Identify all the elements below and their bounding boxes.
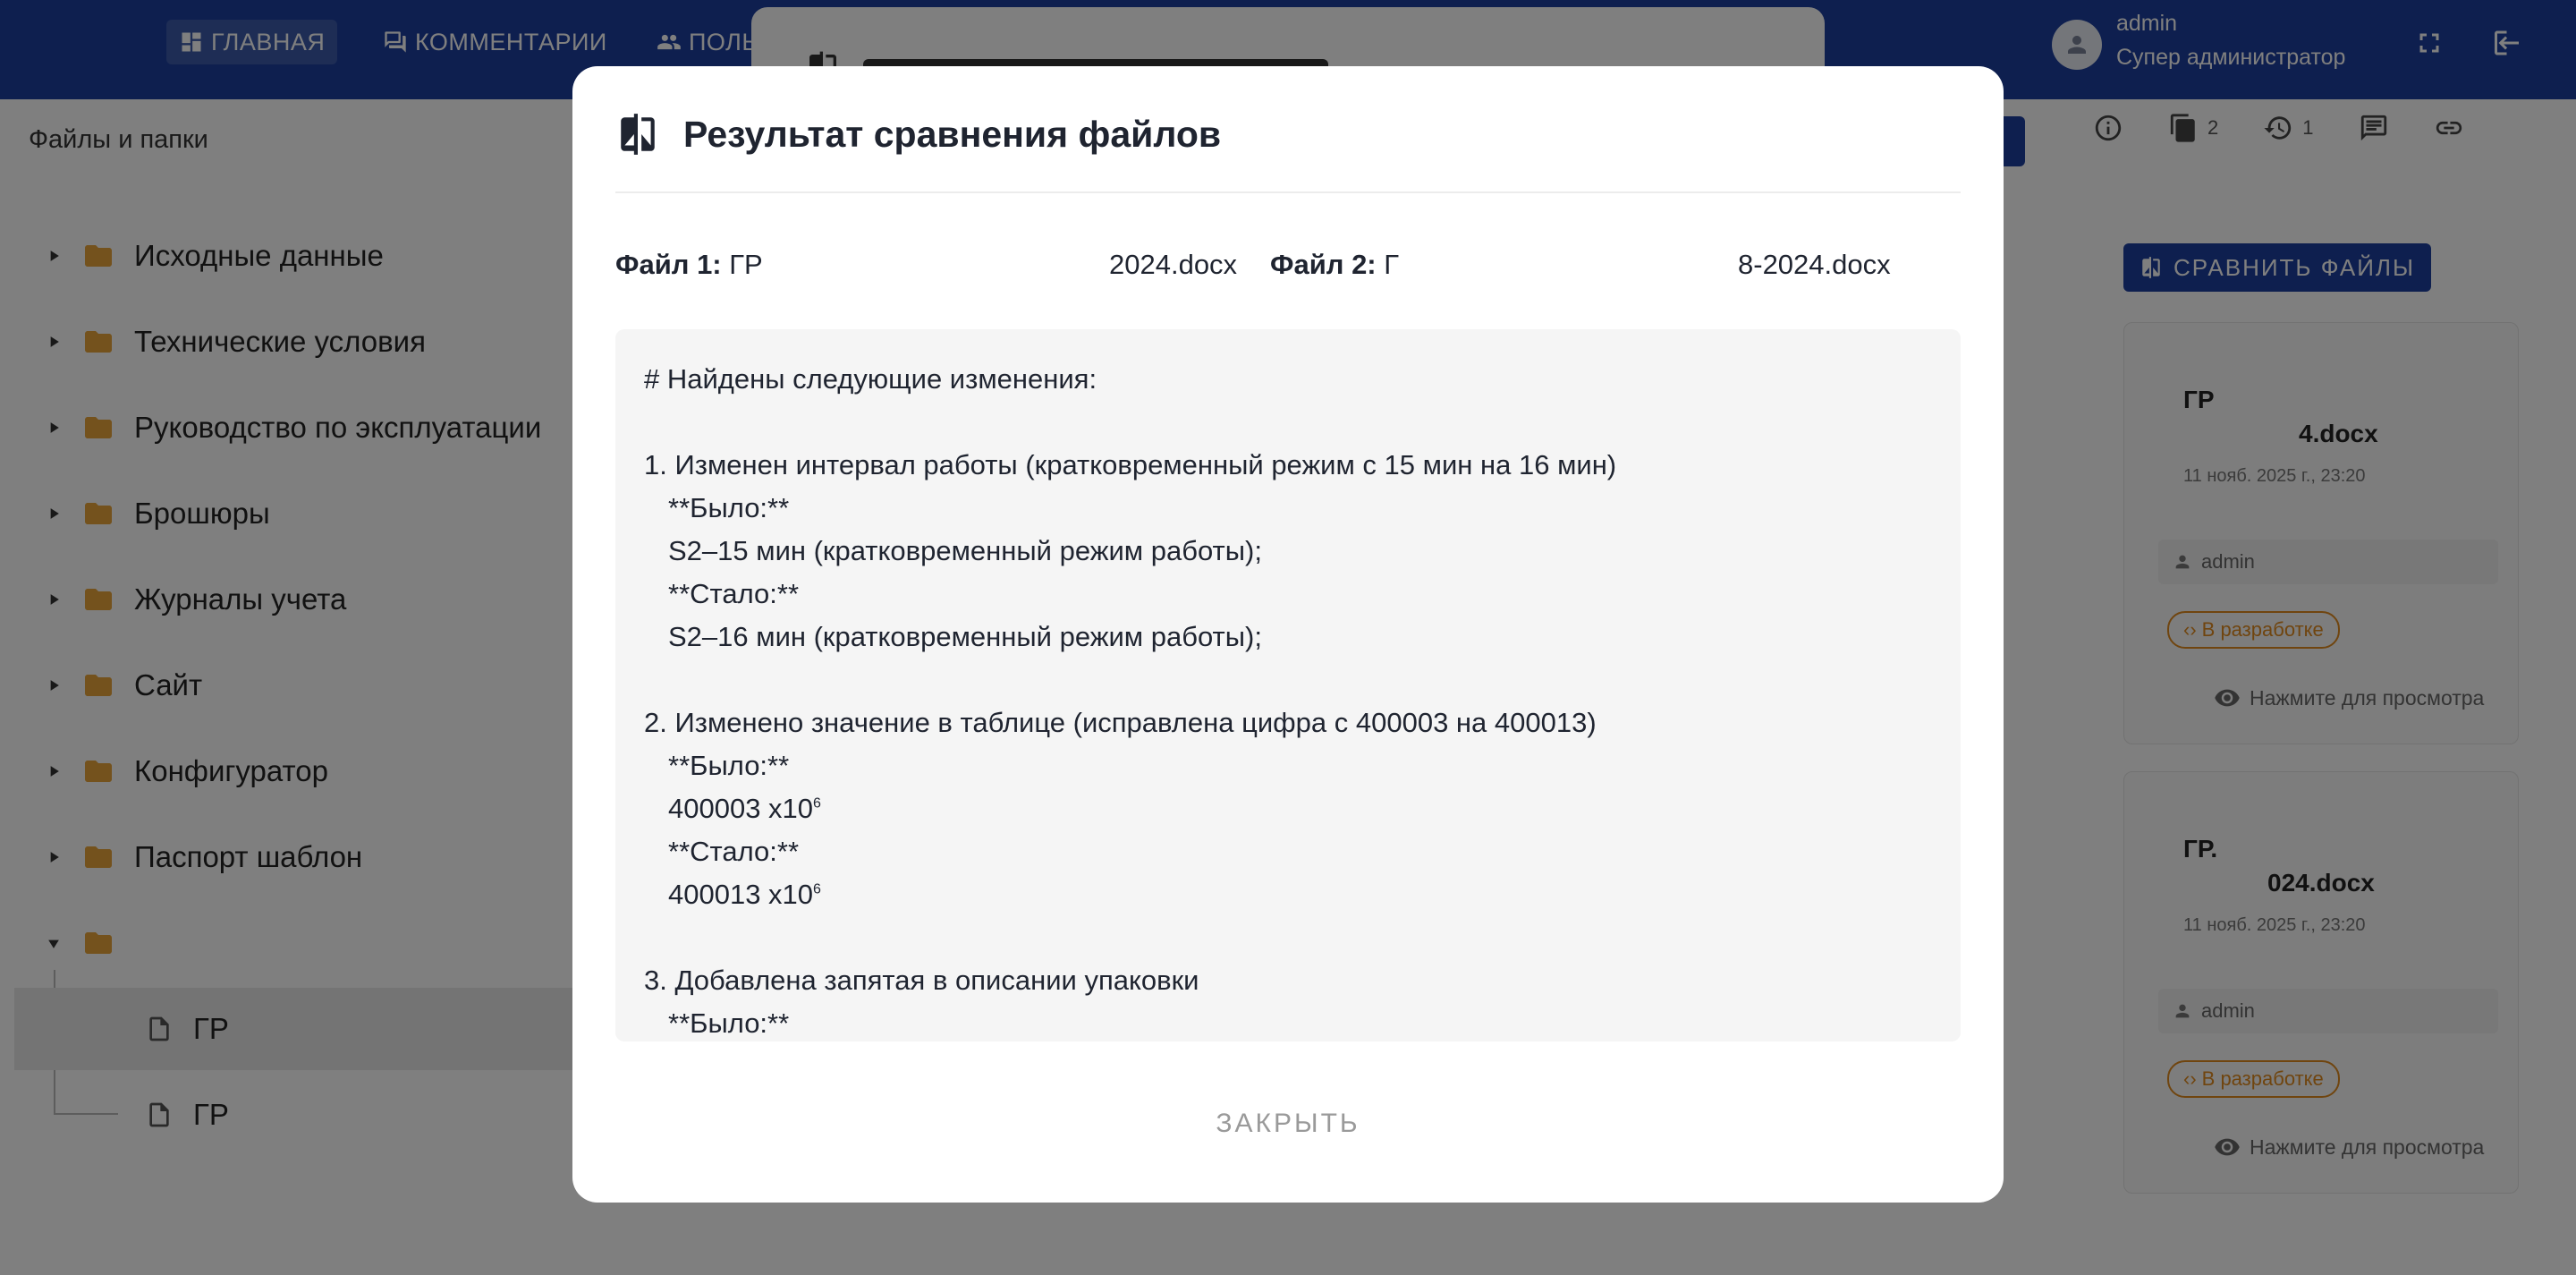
change-after-value: S2–16 мин (кратковременный режим работы)…: [668, 621, 1262, 652]
file1-name-end: 2024.docx: [1109, 249, 1238, 280]
compare-result-modal: Результат сравнения файлов Файл 1: ГР 20…: [572, 66, 2004, 1203]
file1-name-start: ГР: [729, 249, 763, 280]
modal-title: Результат сравнения файлов: [683, 113, 1222, 155]
value-text: 400013 x10: [668, 879, 814, 910]
diff-result-content[interactable]: # Найдены следующие изменения: 1. Измене…: [615, 329, 1961, 1041]
close-button[interactable]: ЗАКРЫТЬ: [1181, 1099, 1395, 1149]
value-text: 400003 x10: [668, 793, 814, 824]
file1-label: Файл 1:: [615, 249, 722, 280]
exponent: 6: [813, 795, 821, 812]
file2-label: Файл 2:: [1270, 249, 1377, 280]
file2-name-end: 8-2024.docx: [1738, 249, 1891, 280]
file2-name-start: Г: [1384, 249, 1400, 280]
change-before-label: **Было:**: [668, 492, 790, 523]
change-after-label: **Стало:**: [668, 836, 800, 867]
exponent: 6: [813, 881, 821, 897]
change-before-label: **Было:**: [668, 750, 790, 781]
result-heading: # Найдены следующие изменения:: [644, 363, 1097, 395]
divider: [615, 191, 1961, 193]
change-after-value: 400013 x106: [668, 879, 821, 911]
change-before-value: S2–15 мин (кратковременный режим работы)…: [668, 535, 1262, 566]
change-item: 2. Изменено значение в таблице (исправле…: [644, 707, 1597, 738]
change-before-label: **Было:**: [668, 1007, 790, 1039]
change-item: 3. Добавлена запятая в описании упаковки: [644, 965, 1199, 996]
change-after-label: **Стало:**: [668, 578, 800, 609]
change-before-value: 400003 x106: [668, 793, 821, 825]
file1-info: Файл 1: ГР: [615, 249, 763, 281]
compare-icon: [621, 114, 655, 155]
change-item: 1. Изменен интервал работы (кратковремен…: [644, 449, 1617, 480]
file2-info: Файл 2: Г: [1270, 249, 1399, 281]
modal-header: Результат сравнения файлов: [615, 106, 1221, 163]
